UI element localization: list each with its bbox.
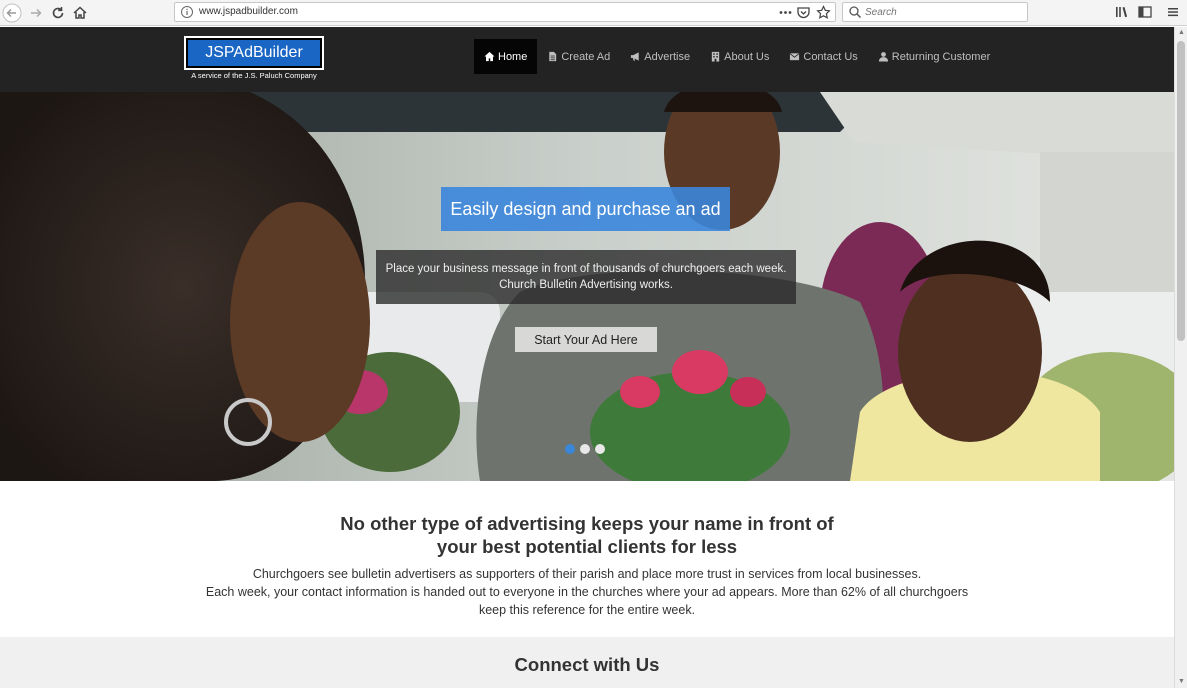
pitch-heading-line-2: your best potential clients for less bbox=[436, 536, 738, 557]
nav-advertise-label: Advertise bbox=[644, 50, 691, 63]
hero-title: Easily design and purchase an ad bbox=[441, 187, 730, 231]
hero-message-line-1: Place your business message in front of … bbox=[385, 263, 787, 275]
connect-heading: Connect with Us bbox=[514, 654, 660, 675]
nav-contact-us[interactable]: Contact Us bbox=[779, 39, 867, 74]
carousel-dot-2[interactable] bbox=[580, 444, 590, 454]
building-icon bbox=[710, 51, 721, 62]
reload-button[interactable] bbox=[48, 3, 68, 23]
pitch-body-line-3: keep this reference for the entire week. bbox=[478, 603, 696, 617]
carousel-dot-3[interactable] bbox=[595, 444, 605, 454]
search-input[interactable] bbox=[865, 5, 1020, 19]
nav-contact-us-label: Contact Us bbox=[803, 50, 858, 63]
pitch-heading-line-1: No other type of advertising keeps your … bbox=[340, 513, 834, 534]
start-your-ad-button[interactable]: Start Your Ad Here bbox=[515, 327, 657, 352]
home-page-button[interactable] bbox=[70, 3, 90, 23]
pitch-heading: No other type of advertising keeps your … bbox=[0, 512, 1174, 558]
nav-about-us-label: About Us bbox=[724, 50, 770, 63]
library-icon[interactable] bbox=[1114, 4, 1130, 20]
browser-toolbar: www.jspadbuilder.com bbox=[0, 0, 1187, 26]
pocket-icon[interactable] bbox=[796, 5, 811, 20]
envelope-icon bbox=[789, 51, 800, 62]
address-bar[interactable]: www.jspadbuilder.com bbox=[174, 2, 836, 22]
carousel-dot-1[interactable] bbox=[565, 444, 575, 454]
pitch-body: Churchgoers see bulletin advertisers as … bbox=[0, 565, 1174, 619]
site-logo[interactable]: JSPAdBuilder A service of the J.S. Paluc… bbox=[184, 36, 324, 82]
carousel-indicators bbox=[565, 444, 610, 454]
nav-create-ad[interactable]: Create Ad bbox=[537, 39, 620, 74]
user-icon bbox=[878, 51, 889, 62]
back-arrow-icon bbox=[2, 3, 22, 23]
pitch-section: No other type of advertising keeps your … bbox=[0, 481, 1174, 637]
nav-returning-customer-label: Returning Customer bbox=[891, 50, 991, 63]
megaphone-icon bbox=[630, 51, 641, 62]
home-outline-icon bbox=[73, 6, 87, 19]
forward-arrow-icon bbox=[31, 8, 42, 18]
home-icon bbox=[484, 51, 495, 62]
bookmark-star-icon[interactable] bbox=[816, 5, 831, 20]
search-icon bbox=[849, 6, 862, 19]
hero-carousel: Easily design and purchase an ad Place y… bbox=[0, 92, 1174, 481]
forward-button[interactable] bbox=[26, 3, 46, 23]
pitch-body-line-2: Each week, your contact information is h… bbox=[205, 585, 969, 599]
browser-search-box[interactable] bbox=[842, 2, 1028, 22]
hero-message-line-2: Church Bulletin Advertising works. bbox=[499, 279, 673, 291]
logo-box: JSPAdBuilder bbox=[184, 36, 324, 70]
main-nav: Home Create Ad Advertise About Us Contac… bbox=[474, 39, 1000, 74]
document-icon bbox=[547, 51, 558, 62]
nav-home-label: Home bbox=[498, 50, 528, 63]
scroll-down-arrow-icon[interactable]: ▼ bbox=[1176, 677, 1187, 687]
connect-section: Connect with Us bbox=[0, 637, 1174, 688]
sidebar-icon[interactable] bbox=[1137, 4, 1153, 20]
page-actions-icon[interactable] bbox=[778, 5, 793, 20]
nav-home[interactable]: Home bbox=[474, 39, 538, 74]
scroll-up-arrow-icon[interactable]: ▲ bbox=[1176, 28, 1187, 38]
hero-message: Place your business message in front of … bbox=[376, 250, 796, 304]
logo-tagline: A service of the J.S. Paluch Company bbox=[191, 71, 317, 80]
url-text[interactable]: www.jspadbuilder.com bbox=[199, 6, 298, 17]
logo-text: JSPAdBuilder bbox=[188, 40, 320, 66]
nav-about-us[interactable]: About Us bbox=[700, 39, 779, 74]
menu-hamburger-icon[interactable] bbox=[1165, 4, 1181, 20]
info-icon[interactable] bbox=[180, 5, 194, 19]
reload-icon bbox=[52, 7, 64, 19]
site-header: JSPAdBuilder A service of the J.S. Paluc… bbox=[0, 27, 1174, 92]
nav-returning-customer[interactable]: Returning Customer bbox=[868, 39, 1000, 74]
back-button[interactable] bbox=[2, 3, 22, 23]
nav-create-ad-label: Create Ad bbox=[561, 50, 611, 63]
pitch-body-line-1: Churchgoers see bulletin advertisers as … bbox=[252, 567, 922, 581]
nav-advertise[interactable]: Advertise bbox=[620, 39, 700, 74]
scroll-thumb[interactable] bbox=[1177, 41, 1185, 341]
page-scrollbar[interactable]: ▲ ▼ bbox=[1174, 27, 1187, 688]
